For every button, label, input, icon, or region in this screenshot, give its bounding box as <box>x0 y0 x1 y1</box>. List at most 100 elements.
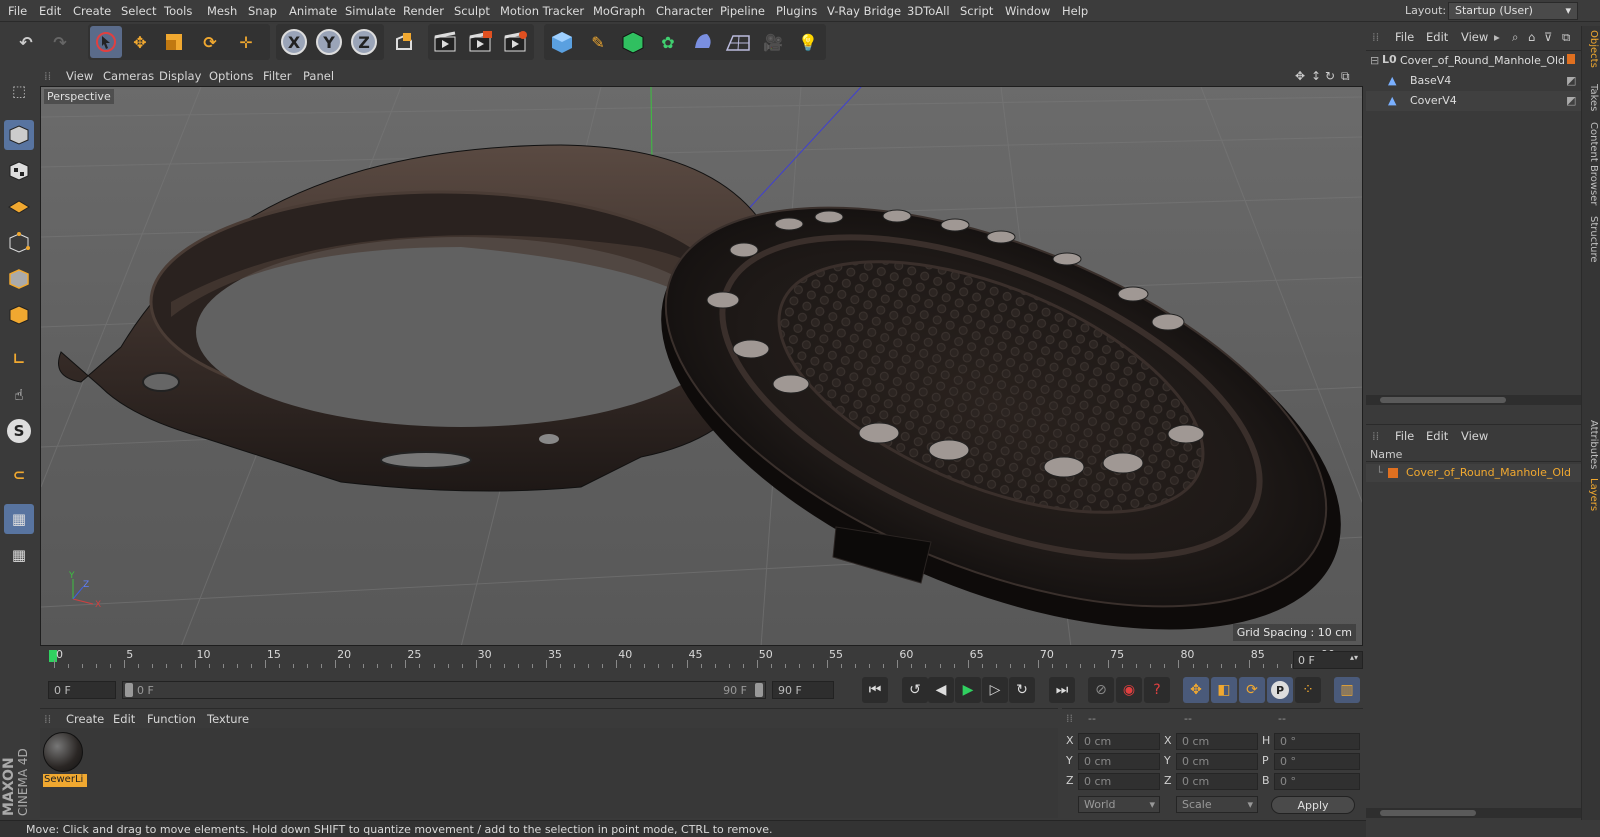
viewport-menu-cameras[interactable]: Cameras <box>103 69 154 83</box>
pos-x-field[interactable]: 0 cm <box>1078 733 1160 750</box>
rotate-icon[interactable]: ⟳ <box>194 26 226 58</box>
undo-icon[interactable]: ↶ <box>10 26 42 58</box>
cube-icon[interactable] <box>546 26 578 58</box>
menu-help[interactable]: Help <box>1062 4 1088 18</box>
menu-simulate[interactable]: Simulate <box>345 4 396 18</box>
model-mode-icon[interactable] <box>4 120 34 150</box>
move-view-icon[interactable]: ✥ <box>1295 69 1305 83</box>
floor-icon[interactable] <box>722 26 754 58</box>
tree-item-root[interactable]: ⊟ L0 Cover_of_Round_Manhole_Old <box>1366 51 1581 71</box>
menu-render[interactable]: Render <box>403 4 444 18</box>
render-settings-icon[interactable] <box>500 26 532 58</box>
autokeying-icon[interactable]: ◉ <box>1116 677 1142 703</box>
snap-icon[interactable]: S <box>4 416 34 446</box>
menu-edit[interactable]: Edit <box>39 4 61 18</box>
material-name[interactable]: SewerLi <box>43 774 87 787</box>
workplane-icon[interactable] <box>4 192 34 222</box>
layer-row[interactable]: └ Cover_of_Round_Manhole_Old <box>1366 464 1581 482</box>
perspective-viewport[interactable]: Y X Z Perspective Grid Spacing : 10 cm <box>40 86 1363 646</box>
menu-vray-bridge[interactable]: V-Ray Bridge <box>827 4 901 18</box>
timeline-ruler[interactable]: 051015202530354045505560657075808590 <box>40 648 1363 674</box>
menu-3dtoall[interactable]: 3DToAll <box>907 4 950 18</box>
layer-menu-view[interactable]: View <box>1461 429 1488 443</box>
planar-workplane-icon[interactable]: ▦ <box>4 540 34 570</box>
tree-item-coverv4[interactable]: ▲ CoverV4 ◩ <box>1366 91 1581 111</box>
key-parameter-icon[interactable]: P <box>1267 677 1293 703</box>
layer-menu-edit[interactable]: Edit <box>1426 429 1448 443</box>
menu-plugins[interactable]: Plugins <box>776 4 817 18</box>
object-menu-file[interactable]: File <box>1395 30 1414 44</box>
pos-z-field[interactable]: 0 cm <box>1078 773 1160 790</box>
next-key-icon[interactable]: ↻ <box>1009 677 1035 703</box>
tab-objects[interactable]: Objects <box>1584 30 1599 68</box>
subdivision-icon[interactable] <box>617 26 649 58</box>
collapse-icon[interactable]: ⊟ <box>1370 54 1379 67</box>
live-selection-icon[interactable] <box>90 26 122 58</box>
coordinate-system-icon[interactable] <box>388 26 420 58</box>
next-frame-icon[interactable]: ▷ <box>982 677 1008 703</box>
tree-item-basev4[interactable]: ▲ BaseV4 ◩ <box>1366 71 1581 91</box>
tab-structure[interactable]: Structure <box>1584 216 1599 263</box>
material-swatch[interactable]: SewerLi <box>43 732 87 792</box>
scale-icon[interactable] <box>158 26 190 58</box>
tab-content-browser[interactable]: Content Browser <box>1584 122 1599 205</box>
size-z-field[interactable]: 0 cm <box>1176 773 1258 790</box>
keyframe-selection-icon[interactable]: ? <box>1144 677 1170 703</box>
polygons-mode-icon[interactable] <box>4 300 34 330</box>
key-position-icon[interactable]: ✥ <box>1183 677 1209 703</box>
filter-icon[interactable]: ⊽ <box>1544 30 1552 44</box>
maximize-view-icon[interactable]: ⧉ <box>1341 69 1350 84</box>
object-menu-view[interactable]: View <box>1461 30 1488 44</box>
y-axis-icon[interactable]: Y <box>313 26 345 58</box>
material-menu-edit[interactable]: Edit <box>113 712 135 726</box>
render-picture-viewer-icon[interactable] <box>465 26 497 58</box>
size-y-field[interactable]: 0 cm <box>1176 753 1258 770</box>
light-icon[interactable]: 💡 <box>792 26 824 58</box>
coordinate-mode-select[interactable]: World ▾ <box>1078 796 1160 813</box>
key-rotation-icon[interactable]: ⟳ <box>1239 677 1265 703</box>
edges-mode-icon[interactable] <box>4 264 34 294</box>
viewport-menu-panel[interactable]: Panel <box>303 69 334 83</box>
layer-horizontal-scrollbar[interactable] <box>1366 808 1581 818</box>
object-menu-edit[interactable]: Edit <box>1426 30 1448 44</box>
menu-sculpt[interactable]: Sculpt <box>454 4 490 18</box>
home-icon[interactable]: ⌂ <box>1528 30 1535 44</box>
object-horizontal-scrollbar[interactable] <box>1366 395 1581 405</box>
lock-workplane-icon[interactable]: ▦ <box>4 504 34 534</box>
start-frame-field[interactable]: 0 F <box>48 681 116 699</box>
pos-y-field[interactable]: 0 cm <box>1078 753 1160 770</box>
menu-mesh[interactable]: Mesh <box>207 4 237 18</box>
search-icon[interactable]: ⌕ <box>1512 30 1518 45</box>
rot-p-field[interactable]: 0 ° <box>1274 753 1360 770</box>
deformer-icon[interactable] <box>687 26 719 58</box>
menu-snap[interactable]: Snap <box>248 4 277 18</box>
tab-takes[interactable]: Takes <box>1584 84 1599 111</box>
play-icon[interactable]: ▶ <box>955 677 981 703</box>
tag-icon[interactable]: ◩ <box>1566 74 1576 87</box>
scrollbar-thumb[interactable] <box>1380 397 1506 403</box>
scheme-icon[interactable]: ▥ <box>1334 677 1360 703</box>
apply-button[interactable]: Apply <box>1271 796 1355 814</box>
material-menu-texture[interactable]: Texture <box>207 712 249 726</box>
key-pla-icon[interactable]: ⁘ <box>1295 677 1321 703</box>
menu-animate[interactable]: Animate <box>289 4 337 18</box>
menu-tools[interactable]: Tools <box>164 4 192 18</box>
menu-create[interactable]: Create <box>73 4 111 18</box>
redo-icon[interactable]: ↷ <box>44 26 76 58</box>
camera-icon[interactable]: 🎥 <box>757 26 789 58</box>
key-scale-icon[interactable]: ◧ <box>1211 677 1237 703</box>
tab-attributes[interactable]: Attributes <box>1584 420 1599 469</box>
range-end-handle[interactable] <box>755 683 763 697</box>
rot-b-field[interactable]: 0 ° <box>1274 773 1360 790</box>
layer-color-swatch[interactable] <box>1388 468 1398 478</box>
move-icon[interactable]: ✥ <box>124 26 156 58</box>
viewport-menu-filter[interactable]: Filter <box>263 69 291 83</box>
rot-h-field[interactable]: 0 ° <box>1274 733 1360 750</box>
cloner-icon[interactable]: ✿ <box>652 26 684 58</box>
pen-icon[interactable]: ✎ <box>582 26 614 58</box>
layer-menu-file[interactable]: File <box>1395 429 1414 443</box>
menu-character[interactable]: Character <box>656 4 713 18</box>
scrollbar-thumb[interactable] <box>1380 810 1476 816</box>
menu-window[interactable]: Window <box>1005 4 1050 18</box>
rotate-view-icon[interactable]: ↻ <box>1325 69 1335 83</box>
